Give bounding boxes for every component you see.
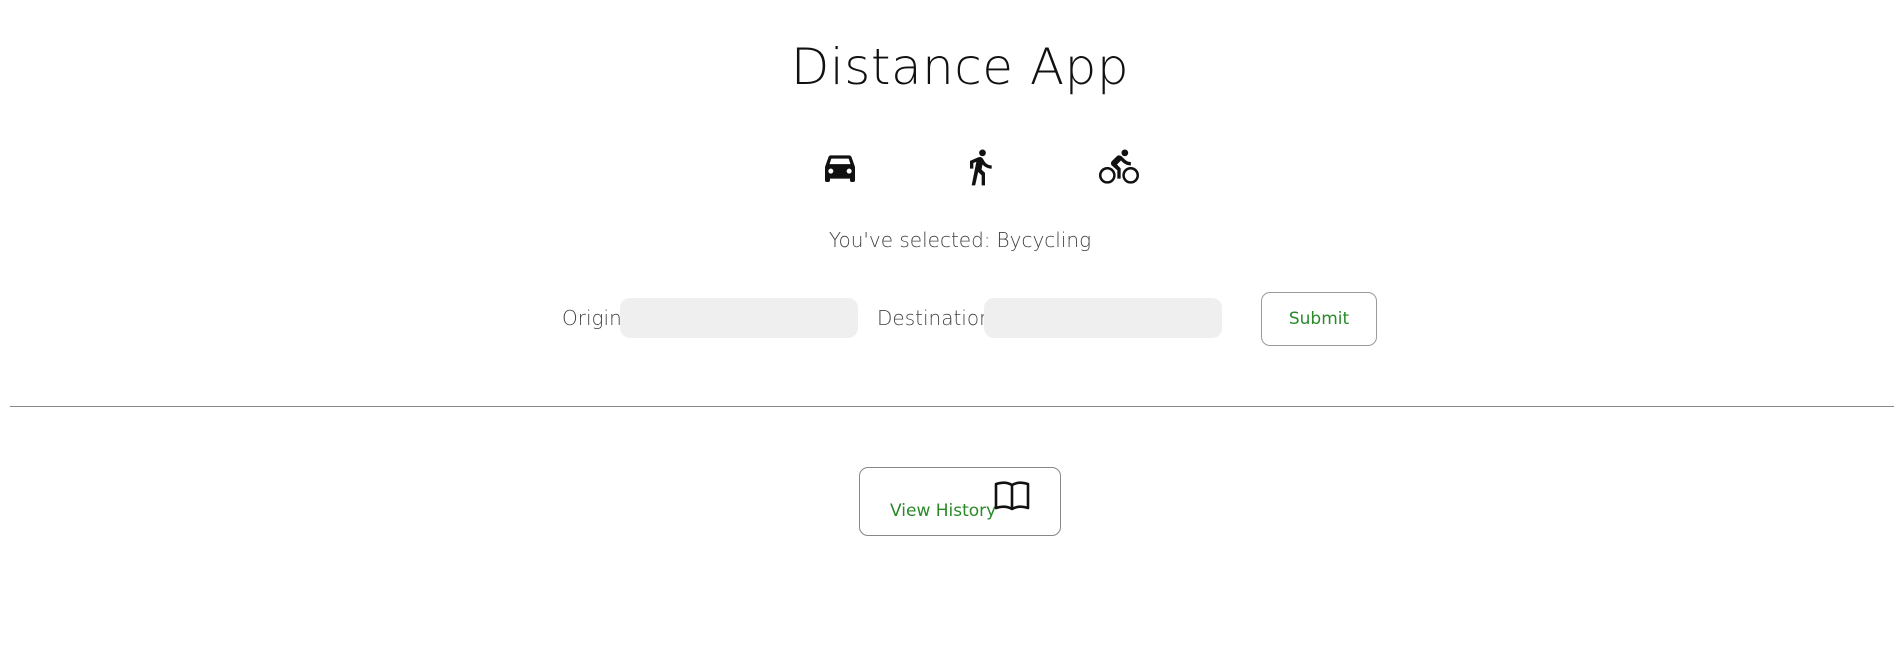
destination-label: Destination (877, 306, 992, 330)
view-history-label: View History (890, 501, 997, 521)
origin-label: Origin (562, 306, 622, 330)
page-title: Distance App (790, 38, 1130, 96)
book-icon (993, 479, 1031, 513)
selection-status: You've selected: Bycycling (0, 228, 1894, 252)
car-icon[interactable] (820, 147, 860, 187)
divider (10, 406, 1894, 407)
selection-prefix: You've selected: (828, 228, 991, 252)
page: Distance App You've selected: Bycycling O… (0, 0, 1894, 671)
walking-icon[interactable] (960, 147, 1000, 187)
origin-input[interactable] (620, 298, 858, 338)
submit-button[interactable]: Submit (1261, 292, 1377, 346)
destination-input[interactable] (984, 298, 1222, 338)
selection-value: Bycycling (996, 228, 1092, 252)
bicycle-icon[interactable] (1099, 147, 1139, 187)
view-history-button[interactable]: View History (859, 467, 1061, 536)
